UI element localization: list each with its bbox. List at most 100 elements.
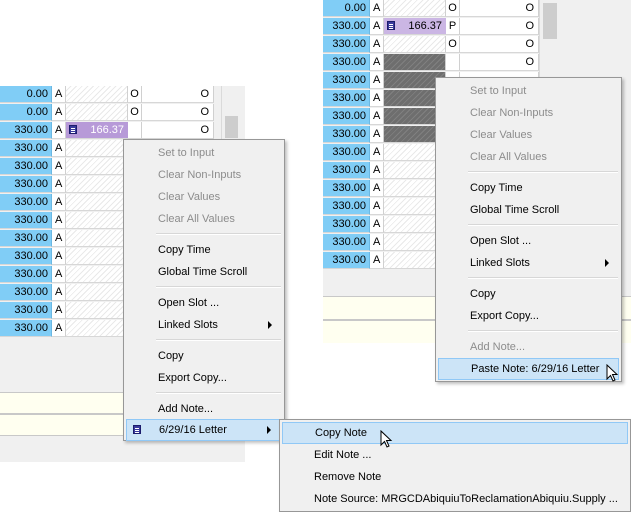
flag-cell[interactable]: A: [370, 252, 384, 269]
empty-cell[interactable]: [66, 176, 128, 193]
flag-cell[interactable]: A: [52, 230, 66, 247]
flag-cell[interactable]: A: [52, 122, 66, 139]
status-cell[interactable]: O: [446, 0, 460, 17]
flag-cell[interactable]: A: [52, 212, 66, 229]
flag-cell[interactable]: A: [370, 90, 384, 107]
menu-item-set-to-input[interactable]: Set to Input: [126, 142, 282, 164]
value-cell[interactable]: 330.00: [323, 180, 370, 197]
value-cell[interactable]: 330.00: [323, 126, 370, 143]
menu-item-add-note[interactable]: Add Note...: [438, 336, 619, 358]
flag-cell[interactable]: A: [370, 72, 384, 89]
flag-cell[interactable]: A: [370, 144, 384, 161]
status-cell[interactable]: P: [446, 18, 460, 35]
flag-cell[interactable]: A: [52, 194, 66, 211]
menu-item-add-note[interactable]: Add Note...: [126, 398, 282, 420]
value-cell[interactable]: 330.00: [323, 216, 370, 233]
empty-cell[interactable]: [66, 266, 128, 283]
status-cell[interactable]: O: [142, 86, 214, 103]
menu-item-clear-all-values[interactable]: Clear All Values: [438, 146, 619, 168]
menu-item-copy-time[interactable]: Copy Time: [126, 239, 282, 261]
value-cell[interactable]: 330.00: [0, 284, 52, 301]
menu-item-clear-all-values[interactable]: Clear All Values: [126, 208, 282, 230]
empty-cell[interactable]: [66, 284, 128, 301]
flag-cell[interactable]: A: [370, 108, 384, 125]
menu-item-remove-note[interactable]: Remove Note: [282, 466, 628, 488]
flag-cell[interactable]: A: [52, 140, 66, 157]
value-cell[interactable]: 0.00: [0, 86, 52, 103]
menu-item-clear-non-inputs[interactable]: Clear Non-Inputs: [438, 102, 619, 124]
empty-cell[interactable]: [66, 302, 128, 319]
value-cell[interactable]: 330.00: [323, 162, 370, 179]
flag-cell[interactable]: A: [370, 180, 384, 197]
menu-item-clear-values[interactable]: Clear Values: [126, 186, 282, 208]
empty-cell[interactable]: [66, 104, 128, 121]
flag-cell[interactable]: A: [52, 104, 66, 121]
value-cell[interactable]: 330.00: [0, 158, 52, 175]
flag-cell[interactable]: A: [52, 158, 66, 175]
flag-cell[interactable]: A: [370, 216, 384, 233]
menu-item-set-to-input[interactable]: Set to Input: [438, 80, 619, 102]
value-cell[interactable]: 330.00: [323, 36, 370, 53]
menu-item-open-slot[interactable]: Open Slot ...: [126, 292, 282, 314]
flag-cell[interactable]: A: [52, 284, 66, 301]
empty-cell[interactable]: [66, 320, 128, 337]
menu-item-export-copy[interactable]: Export Copy...: [126, 367, 282, 389]
value-cell[interactable]: 330.00: [323, 252, 370, 269]
flag-cell[interactable]: A: [370, 126, 384, 143]
flag-cell[interactable]: A: [52, 86, 66, 103]
status-cell[interactable]: O: [128, 104, 142, 121]
flag-cell[interactable]: A: [52, 320, 66, 337]
value-cell[interactable]: 330.00: [323, 54, 370, 71]
flag-cell[interactable]: A: [370, 54, 384, 71]
value-cell[interactable]: 330.00: [323, 18, 370, 35]
value-cell[interactable]: 330.00: [0, 212, 52, 229]
flag-cell[interactable]: A: [370, 198, 384, 215]
empty-cell[interactable]: [384, 36, 446, 53]
menu-item-clear-values[interactable]: Clear Values: [438, 124, 619, 146]
empty-cell[interactable]: [66, 194, 128, 211]
flag-cell[interactable]: A: [370, 0, 384, 17]
status-cell[interactable]: O: [142, 104, 214, 121]
menu-item-copy-time[interactable]: Copy Time: [438, 177, 619, 199]
menu-item-open-slot[interactable]: Open Slot ...: [438, 230, 619, 252]
flag-cell[interactable]: A: [52, 266, 66, 283]
note-cell[interactable]: 166.37: [384, 18, 446, 35]
menu-item-copy-note[interactable]: Copy Note: [282, 422, 628, 444]
menu-item-edit-note[interactable]: Edit Note ...: [282, 444, 628, 466]
status-cell[interactable]: O: [460, 18, 539, 35]
value-cell[interactable]: 330.00: [0, 302, 52, 319]
empty-cell[interactable]: [66, 140, 128, 157]
flag-cell[interactable]: A: [370, 162, 384, 179]
selected-cell[interactable]: [384, 54, 446, 71]
menu-item-export-copy[interactable]: Export Copy...: [438, 305, 619, 327]
value-cell[interactable]: 330.00: [0, 266, 52, 283]
value-cell[interactable]: 330.00: [323, 90, 370, 107]
value-cell[interactable]: 330.00: [0, 248, 52, 265]
flag-cell[interactable]: A: [52, 176, 66, 193]
empty-cell[interactable]: [66, 248, 128, 265]
menu-item-paste-note[interactable]: Paste Note: 6/29/16 Letter: [438, 358, 619, 380]
menu-item-global-time-scroll[interactable]: Global Time Scroll: [438, 199, 619, 221]
value-cell[interactable]: 330.00: [323, 144, 370, 161]
left-scroll-thumb[interactable]: [225, 116, 238, 138]
status-cell[interactable]: [128, 122, 142, 139]
menu-item-global-time-scroll[interactable]: Global Time Scroll: [126, 261, 282, 283]
status-cell[interactable]: [446, 54, 460, 71]
menu-item-clear-non-inputs[interactable]: Clear Non-Inputs: [126, 164, 282, 186]
value-cell[interactable]: 330.00: [0, 230, 52, 247]
empty-cell[interactable]: [66, 212, 128, 229]
menu-item-note-letter[interactable]: 6/29/16 Letter: [126, 419, 282, 441]
status-cell[interactable]: O: [460, 0, 539, 17]
flag-cell[interactable]: A: [370, 234, 384, 251]
value-cell[interactable]: 330.00: [0, 320, 52, 337]
menu-item-linked-slots[interactable]: Linked Slots: [126, 314, 282, 336]
empty-cell[interactable]: [66, 158, 128, 175]
empty-cell[interactable]: [384, 0, 446, 17]
flag-cell[interactable]: A: [52, 248, 66, 265]
status-cell[interactable]: O: [128, 86, 142, 103]
menu-item-copy[interactable]: Copy: [126, 345, 282, 367]
empty-cell[interactable]: [66, 86, 128, 103]
value-cell[interactable]: 330.00: [0, 140, 52, 157]
value-cell[interactable]: 330.00: [323, 108, 370, 125]
value-cell[interactable]: 330.00: [323, 234, 370, 251]
